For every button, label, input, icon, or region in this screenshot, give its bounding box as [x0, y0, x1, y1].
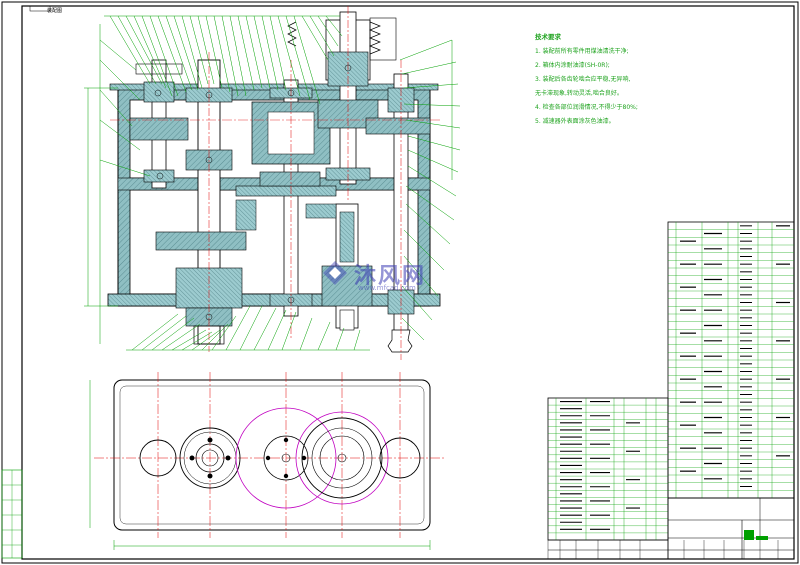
requirement-line: 5. 减速器外表面涂灰色油漆。	[535, 118, 615, 125]
requirement-line: 2. 箱体内涂耐油漆(SH-0R);	[535, 62, 610, 69]
section-view	[107, 6, 441, 360]
binding-block	[1, 469, 23, 559]
sheet-tag: 装配图	[47, 8, 63, 14]
watermark-logo-icon	[323, 261, 347, 285]
requirement-line: 3. 装配后各齿轮啮合应平稳,无异响,	[535, 76, 631, 83]
technical-requirements-title: 技术要求	[535, 33, 561, 41]
requirement-line: 1. 装配前所有零件用煤油清洗干净;	[535, 48, 629, 55]
technical-requirements: 技术要求 1. 装配前所有零件用煤油清洗干净; 2. 箱体内涂耐油漆(SH-0R…	[535, 30, 660, 129]
title-block	[548, 497, 795, 560]
watermark-url: www.mfcad.com	[358, 284, 416, 292]
requirement-line: 无卡滞现象,转动灵活,啮合良好。	[535, 90, 623, 97]
plan-view	[94, 372, 446, 538]
parts-list	[547, 221, 795, 560]
requirement-line: 4. 检查各部位润滑情况,不得少于80%;	[535, 104, 638, 111]
